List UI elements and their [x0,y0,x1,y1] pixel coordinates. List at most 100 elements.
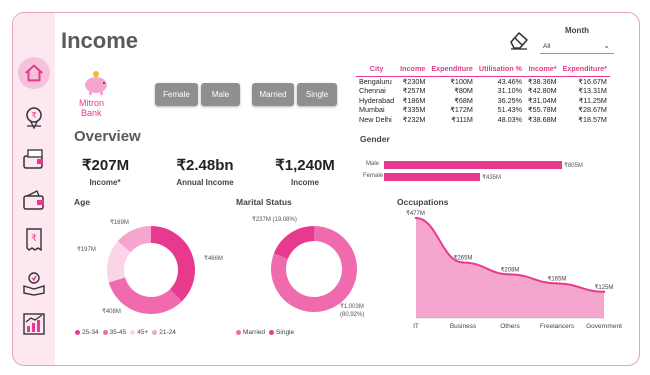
book-badge-icon[interactable] [20,269,48,297]
married-filter-button[interactable]: Married [252,83,294,106]
age-donut-chart [107,226,195,314]
table-cell: ₹335M [402,105,426,115]
occupations-area-chart: ₹477M IT ₹265M Business ₹208M Others ₹165M Free… [406,210,622,330]
table-cell: 36.25% [497,95,523,105]
kpi-label-income: Income [290,178,319,187]
table-cell: ₹38.68M [528,114,557,124]
column-header[interactable]: Income [397,64,429,77]
page-title: Income [61,28,139,53]
table-cell: ₹11.25M [578,95,607,105]
marital-legend: Married Single [236,329,294,336]
growth-chart-icon[interactable] [20,310,48,338]
column-header[interactable]: Utilisation % [475,64,526,77]
occupations-tick-label: Freelancers [540,323,575,330]
male-filter-button[interactable]: Male [201,83,240,106]
table-cell: ₹31.04M [528,95,557,105]
column-header[interactable]: Income* [525,64,560,77]
table-cell: ₹186M [402,95,426,105]
marital-donut-chart [271,226,357,312]
occupations-point[interactable] [508,273,512,276]
piggy-bank-logo [79,70,113,101]
svg-text:₹: ₹ [31,233,37,243]
column-header[interactable]: City [356,64,398,77]
legend-item[interactable]: 25-34 [75,329,99,336]
table-row: Hyderabad ₹186M ₹68M 36.25% ₹31.04M ₹11.25M [356,96,610,105]
occupations-point[interactable] [602,290,606,293]
table-row: Chennai ₹257M ₹80M 31.10% ₹42.80M ₹13.31M [356,86,610,95]
legend-item[interactable]: Single [269,329,294,336]
occupations-point[interactable] [555,282,559,285]
occupations-point[interactable] [414,216,418,220]
age-label-45-plus: ₹197M [77,247,96,253]
city-table: City Income Expenditure Utilisation % In… [356,64,610,124]
table-cell: ₹16.67M [578,77,607,86]
legend-item[interactable]: 45+ [130,329,148,336]
kpi-label-income-star: Income* [89,178,121,187]
table-cell: ₹28.67M [578,105,607,115]
column-header[interactable]: Expenditure [428,64,476,77]
age-label-35-45: ₹408M [102,309,121,315]
occupations-value-label: ₹208M [501,266,520,273]
occupations-tick-label: Others [500,323,520,330]
single-filter-button[interactable]: Single [297,83,337,106]
table-cell: Chennai [359,86,386,96]
occupations-value-label: ₹125M [595,284,614,291]
gender-value-male: ₹805M [564,163,583,169]
table-cell: New Delhi [359,114,392,124]
wallet-cash-icon[interactable] [20,145,48,173]
table-cell: 43.46% [497,77,523,86]
marital-slice-single[interactable] [273,226,314,259]
table-cell: ₹100M [450,77,473,86]
table-cell: ₹55.78M [528,105,557,115]
chevron-down-icon: ⌄ [603,41,610,50]
month-dropdown-value: All [543,43,551,50]
occupations-point[interactable] [461,261,465,264]
female-filter-button[interactable]: Female [155,83,198,106]
occupations-value-label: ₹165M [548,275,567,282]
legend-item[interactable]: 21-24 [152,329,176,336]
table-row: Mumbai ₹335M ₹172M 51.43% ₹55.78M ₹28.67M [356,105,610,114]
bill-receipt-icon[interactable]: ₹ [20,226,48,254]
marital-heading: Marital Status [236,197,292,207]
money-location-icon[interactable]: ₹ [20,104,48,132]
table-cell: 51.43% [497,105,523,115]
kpi-value-income-star: ₹207M [82,157,130,174]
legend-item[interactable]: 35-45 [102,329,126,336]
table-cell: ₹232M [402,114,426,124]
brand-name-line2: Bank [81,108,102,118]
table-cell: 48.03% [497,114,523,124]
marital-label-married-value: ₹1,003M [340,304,364,310]
table-cell: ₹230M [402,77,426,86]
occupations-heading: Occupations [397,197,449,207]
home-icon[interactable] [18,57,50,89]
table-cell: ₹68M [454,95,473,105]
table-cell: Bengaluru [359,77,392,86]
brand-name-line1: Mitron [79,98,105,108]
age-slice-25-34[interactable] [151,226,195,302]
kpi-label-annual-income: Annual Income [176,178,234,187]
table-cell: 31.10% [497,86,523,96]
column-header[interactable]: Expenditure* [559,64,610,77]
legend-label: Married [243,329,266,336]
table-cell: ₹172M [450,105,473,115]
occupations-tick-label: Government [586,323,622,330]
gender-bar-female[interactable] [384,173,481,181]
legend-item[interactable]: Married [236,329,265,336]
month-dropdown[interactable]: All ⌄ [540,40,614,54]
occupations-value-label: ₹265M [454,254,473,261]
svg-text:₹: ₹ [31,111,36,120]
gender-label-female: Female [363,173,384,179]
occupations-tick-label: IT [413,323,419,330]
age-label-21-24: ₹169M [110,220,129,226]
kpi-value-annual-income: ₹2.48bn [176,157,234,174]
brand-name: Mitron Bank [79,98,104,118]
table-cell: ₹38.36M [528,77,557,86]
month-filter-label: Month [565,26,589,35]
gender-bar-male[interactable] [384,161,562,169]
wallet-icon[interactable] [20,186,48,214]
clear-filters-icon[interactable] [508,30,530,55]
gender-value-female: ₹435M [482,175,501,181]
occupations-value-label: ₹477M [406,210,425,217]
age-label-25-34: ₹466M [204,256,223,262]
table-header-row: City Income Expenditure Utilisation % In… [356,64,610,77]
